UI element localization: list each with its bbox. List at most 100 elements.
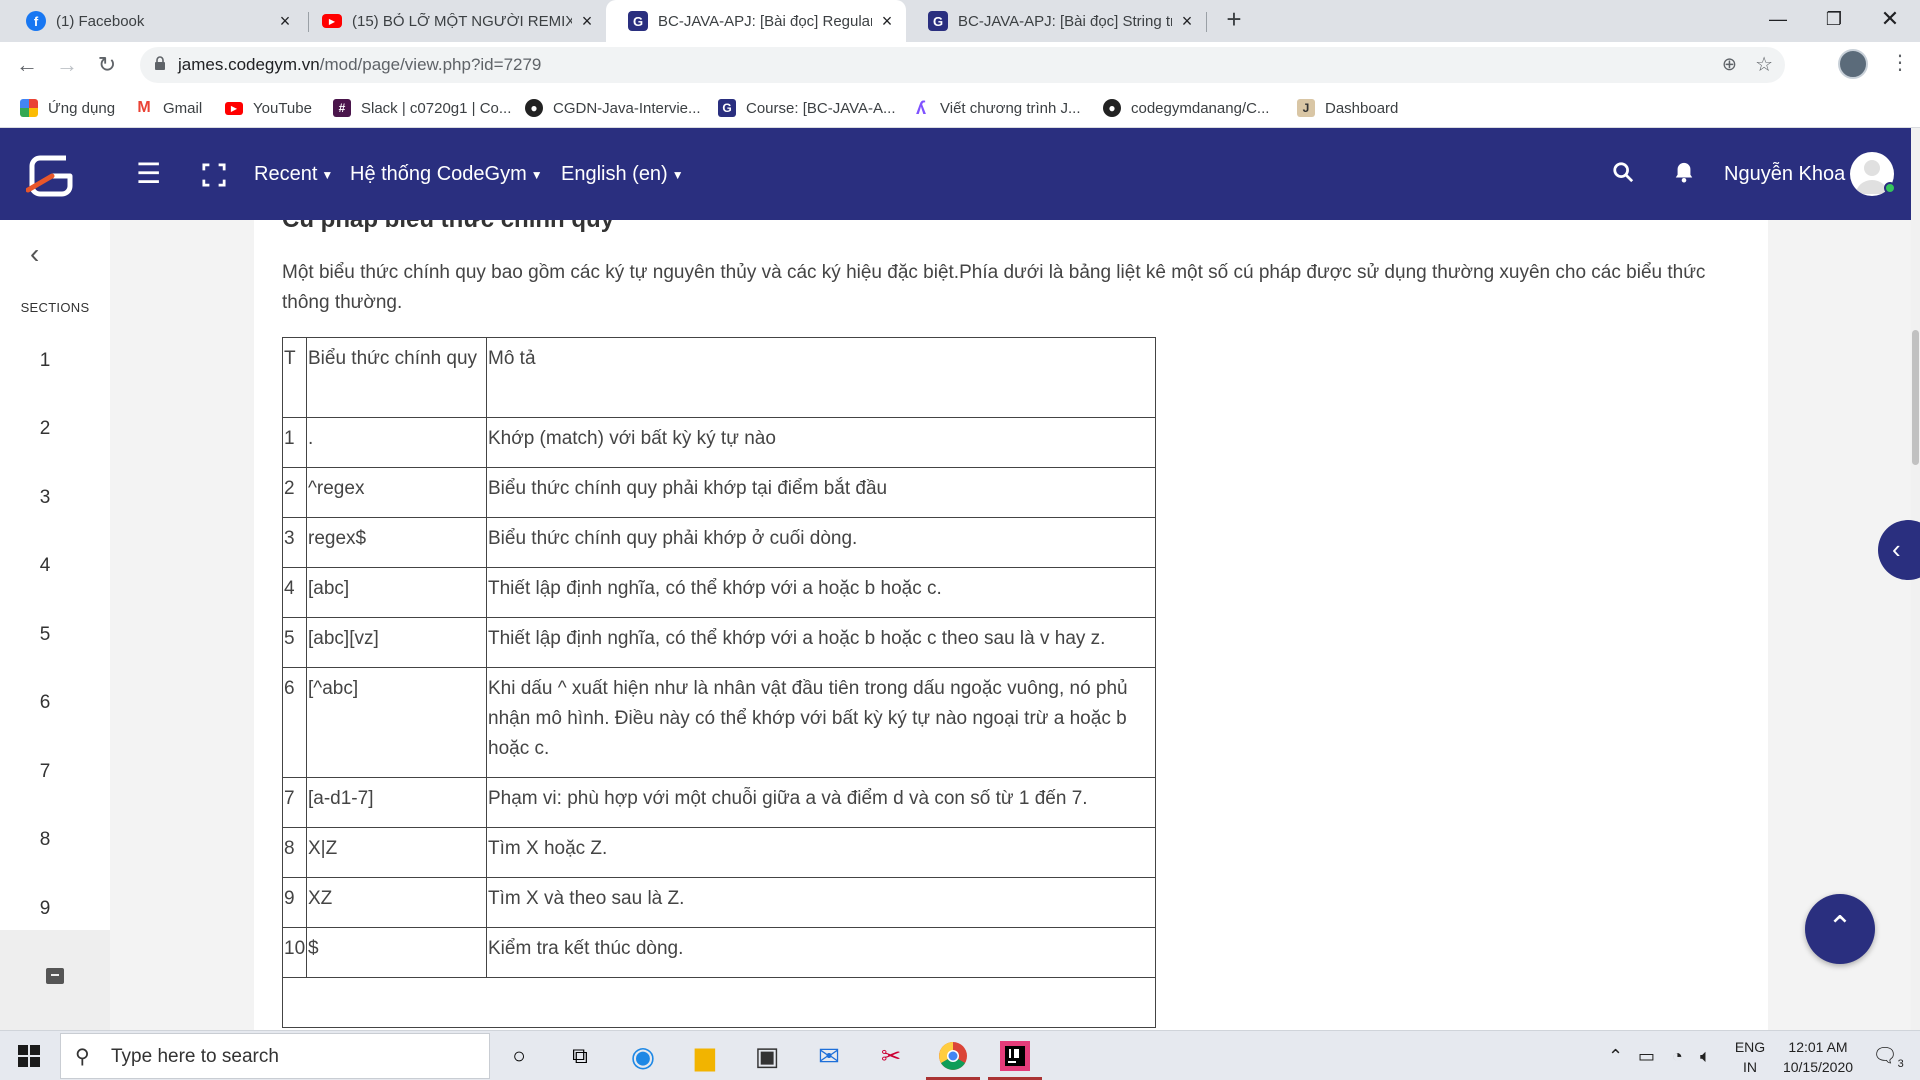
bookmark-label: Ứng dụng <box>48 99 116 117</box>
task-view-icon[interactable]: ⧉ <box>563 1039 597 1073</box>
clock-time: 12:01 AM <box>1788 1039 1848 1055</box>
zoom-icon[interactable]: ⊕ <box>1722 54 1737 75</box>
taskbar-search[interactable]: ⚲ Type here to search <box>60 1033 490 1079</box>
github-icon: ● <box>525 99 543 117</box>
section-link-3[interactable]: 3 <box>0 487 90 509</box>
close-tab-icon[interactable]: × <box>578 11 596 32</box>
scrollbar-thumb[interactable] <box>1912 330 1919 465</box>
browser-toolbar: ← → ↻ james.codegym.vn/mod/page/view.php… <box>0 42 1920 88</box>
forward-button[interactable]: → <box>52 50 82 80</box>
edge-icon[interactable]: ◉ <box>626 1039 660 1073</box>
restore-button[interactable]: ❐ <box>1806 0 1862 42</box>
close-tab-icon[interactable]: × <box>878 11 896 32</box>
chevron-left-icon[interactable]: ‹ <box>30 238 39 270</box>
kotlin-icon: ʎ <box>915 97 926 118</box>
bookmark-github-interview[interactable]: ● CGDN-Java-Intervie... <box>525 88 701 128</box>
bookmark-label: Dashboard <box>1325 99 1399 117</box>
notification-bell-icon[interactable] <box>1673 158 1695 190</box>
bookmark-gmail[interactable]: M Gmail <box>135 88 202 128</box>
tab-regular-expression[interactable]: G BC-JAVA-APJ: [Bài đọc] Regular E × <box>606 0 906 42</box>
section-link-9[interactable]: 9 <box>0 898 90 920</box>
profile-avatar[interactable] <box>1838 49 1868 79</box>
snipping-tool-icon[interactable]: ✂ <box>874 1039 908 1073</box>
table-row: 1. Khớp (match) với bất kỳ ký tự nào <box>282 417 1156 468</box>
tab-title: BC-JAVA-APJ: [Bài đọc] Regular E <box>658 12 872 30</box>
input-language[interactable]: ENG IN <box>1730 1031 1770 1080</box>
bookmark-youtube[interactable]: ▶ YouTube <box>225 88 312 128</box>
table-row: 3 regex$ Biểu thức chính quy phải khớp ở c… <box>282 517 1156 568</box>
menu-he-thong-codegym[interactable]: Hệ thống CodeGym ▼ <box>350 128 543 220</box>
tab-facebook[interactable]: f (1) Facebook × <box>4 0 304 42</box>
bookmark-label: Viết chương trình J... <box>940 99 1081 117</box>
bookmark-kotlin[interactable]: ʎ Viết chương trình J... <box>912 88 1081 128</box>
search-icon: ⚲ <box>75 1046 90 1068</box>
row-number-cell: 5 <box>282 617 307 668</box>
file-explorer-icon[interactable]: ▆ <box>688 1039 722 1073</box>
bookmark-slack[interactable]: # Slack | c0720g1 | Co... <box>333 88 511 128</box>
user-name[interactable]: Nguyễn Khoa <box>1724 128 1845 220</box>
row-number-cell: 7 <box>282 777 307 828</box>
menu-recent[interactable]: Recent ▼ <box>254 128 333 220</box>
section-link-2[interactable]: 2 <box>0 418 90 440</box>
section-link-5[interactable]: 5 <box>0 624 90 646</box>
mail-icon[interactable]: ✉ <box>812 1039 846 1073</box>
minimize-button[interactable]: — <box>1750 0 1806 42</box>
description-cell: Thiết lập định nghĩa, có thể khớp với a … <box>486 617 1156 668</box>
description-cell: Tìm X hoặc Z. <box>486 827 1156 878</box>
bookmark-course[interactable]: G Course: [BC-JAVA-A... <box>718 88 895 128</box>
address-bar[interactable]: james.codegym.vn/mod/page/view.php?id=72… <box>140 47 1785 83</box>
section-heading: Cú pháp biểu thức chính quy <box>282 220 614 234</box>
row-number-cell: 10 <box>282 927 307 978</box>
section-link-8[interactable]: 8 <box>0 829 90 851</box>
regex-cell: $ <box>306 927 487 978</box>
action-center-icon[interactable]: 🗨︎3 <box>1868 1031 1908 1080</box>
bookmark-star-icon[interactable]: ☆ <box>1755 52 1773 77</box>
reload-button[interactable]: ↻ <box>92 50 122 80</box>
menu-language[interactable]: English (en) ▼ <box>561 128 684 220</box>
wifi-icon[interactable]: ◔ <box>1672 1031 1683 1080</box>
new-tab-button[interactable]: + <box>1220 6 1248 34</box>
bookmark-dashboard[interactable]: J Dashboard <box>1297 88 1398 128</box>
table-row: 2 ^regex Biểu thức chính quy phải khớp tại… <box>282 467 1156 518</box>
section-link-4[interactable]: 4 <box>0 555 90 577</box>
search-icon[interactable] <box>1612 158 1634 190</box>
description-cell: Khi dấu ^ xuất hiện như là nhân vật đầu … <box>486 667 1156 778</box>
close-tab-icon[interactable]: × <box>1178 11 1196 32</box>
menu-label: English (en) <box>561 163 668 185</box>
fullscreen-icon[interactable] <box>202 162 228 188</box>
battery-icon[interactable]: ▭ <box>1638 1031 1655 1080</box>
volume-icon[interactable]: 🔈︎ <box>1700 1031 1711 1080</box>
section-link-7[interactable]: 7 <box>0 761 90 783</box>
hamburger-menu-icon[interactable]: ☰ <box>136 158 161 190</box>
chevron-left-icon: ‹ <box>1892 534 1901 564</box>
bookmark-github-codegym[interactable]: ● codegymdanang/C... <box>1103 88 1269 128</box>
description-cell: Tìm X và theo sau là Z. <box>486 877 1156 928</box>
expand-icon <box>202 163 226 187</box>
codegym-logo[interactable] <box>26 150 76 200</box>
regex-cell: [abc][vz] <box>306 617 487 668</box>
chrome-icon[interactable] <box>936 1039 970 1073</box>
back-to-top-button[interactable]: ⌃ <box>1805 894 1875 964</box>
regex-cell: regex$ <box>306 517 487 568</box>
tab-divider <box>1206 12 1207 32</box>
section-link-1[interactable]: 1 <box>0 350 90 372</box>
close-window-button[interactable]: ✕ <box>1862 0 1918 42</box>
apps-grid-icon <box>20 99 38 117</box>
close-tab-icon[interactable]: × <box>276 11 294 32</box>
browser-menu-icon[interactable]: ⋮ <box>1890 50 1910 75</box>
cortana-icon[interactable]: ○ <box>502 1039 536 1073</box>
bookmark-apps[interactable]: Ứng dụng <box>20 88 115 128</box>
tab-string[interactable]: G BC-JAVA-APJ: [Bài đọc] String trc × <box>906 0 1206 42</box>
back-button[interactable]: ← <box>12 50 42 80</box>
clock[interactable]: 12:01 AM 10/15/2020 <box>1770 1031 1866 1080</box>
archive-icon[interactable] <box>46 968 64 984</box>
store-icon[interactable]: ▣ <box>750 1039 784 1073</box>
show-hidden-icons[interactable]: ⌃ <box>1608 1031 1623 1080</box>
url-text: james.codegym.vn/mod/page/view.php?id=72… <box>178 47 541 83</box>
tab-youtube[interactable]: ▶ (15) BỎ LỠ MỘT NGƯỜI REMIX × <box>300 0 606 42</box>
user-avatar[interactable] <box>1850 152 1896 196</box>
bookmark-label: YouTube <box>253 99 312 117</box>
section-link-6[interactable]: 6 <box>0 692 90 714</box>
intellij-icon[interactable] <box>998 1039 1032 1073</box>
windows-start-icon[interactable] <box>18 1045 40 1067</box>
